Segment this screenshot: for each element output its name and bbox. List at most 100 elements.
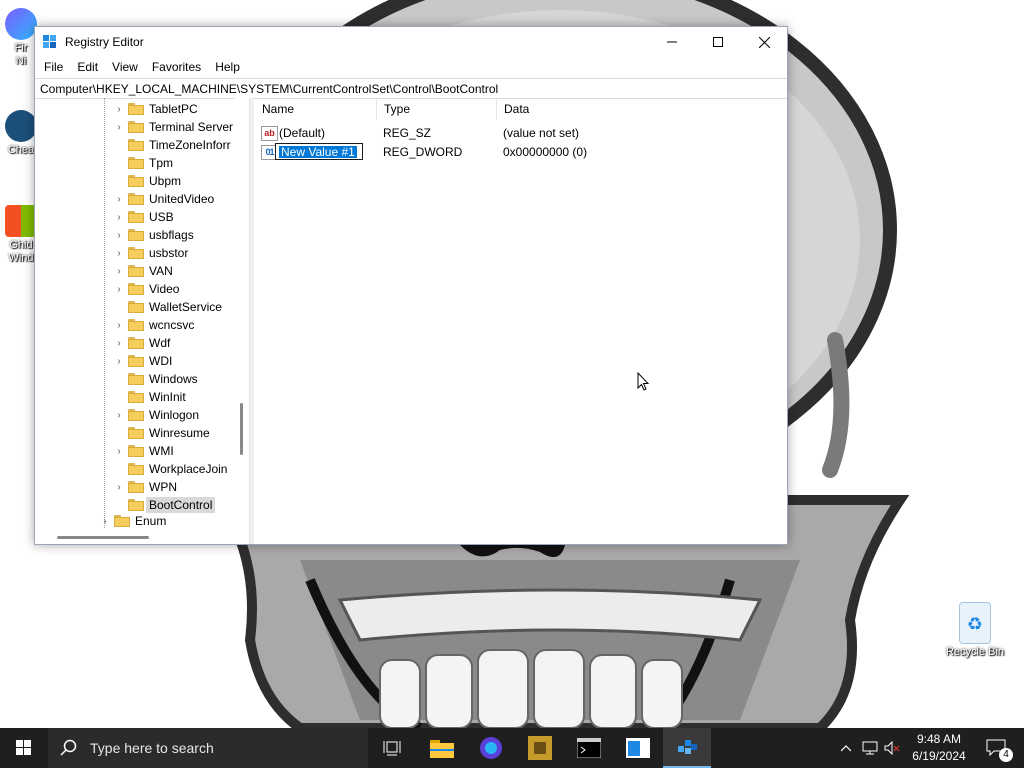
chevron-right-icon[interactable]: › (113, 338, 125, 349)
desktop: Fir Ni Chea Ghid Wind ♻ Recycle Bin Regi… (0, 0, 1024, 728)
chevron-right-icon[interactable]: › (113, 284, 125, 295)
folder-icon (128, 175, 144, 187)
title-bar[interactable]: Registry Editor (35, 27, 787, 57)
tree-item-label: Video (149, 282, 180, 296)
folder-icon (128, 283, 144, 295)
tree-item-enum[interactable]: › Enum (99, 512, 166, 530)
folder-icon (128, 247, 144, 259)
taskbar-file-explorer[interactable] (418, 728, 466, 768)
tree-item-wininit[interactable]: WinInit (113, 388, 186, 406)
tree-item-workplacejoin[interactable]: WorkplaceJoin (113, 460, 227, 478)
tree-item-walletservice[interactable]: WalletService (113, 298, 222, 316)
tree-item-label: WDI (149, 354, 173, 368)
folder-icon (128, 481, 144, 493)
tree-item-label: Terminal Server (149, 120, 234, 134)
tree-item-usbstor[interactable]: › usbstor (113, 244, 188, 262)
tree-horizontal-scrollbar[interactable] (35, 530, 249, 544)
folder-icon (128, 391, 144, 403)
value-row-default[interactable]: ab (Default) REG_SZ (value not set) (255, 124, 787, 143)
desktop-icon-recycle-bin[interactable]: ♻ Recycle Bin (940, 602, 1010, 659)
close-button[interactable] (741, 27, 787, 57)
start-button[interactable] (0, 728, 48, 768)
tree-item-label: Winresume (149, 426, 210, 440)
column-data[interactable]: Data (497, 98, 785, 120)
tree-item-tabletpc[interactable]: › TabletPC (113, 100, 197, 118)
tree-item-wdi[interactable]: › WDI (113, 352, 172, 370)
tree-item-label: WMI (149, 444, 174, 458)
column-name[interactable]: Name (255, 98, 377, 120)
tree-item-ubpm[interactable]: Ubpm (113, 172, 181, 190)
tree-item-winlogon[interactable]: › Winlogon (113, 406, 199, 424)
task-view-button[interactable] (368, 728, 416, 768)
chevron-right-icon[interactable]: › (113, 194, 125, 205)
chevron-right-icon[interactable]: › (113, 446, 125, 457)
chevron-right-icon[interactable]: › (113, 410, 125, 421)
column-type[interactable]: Type (377, 98, 497, 120)
taskbar-window-app[interactable] (614, 728, 662, 768)
tree-item-windows[interactable]: Windows (113, 370, 198, 388)
taskbar-game-app[interactable] (516, 728, 564, 768)
gear-icon (5, 110, 37, 142)
value-data: (value not set) (503, 126, 580, 140)
menu-file[interactable]: File (37, 60, 70, 74)
folder-icon (128, 499, 144, 511)
folder-icon (128, 373, 144, 385)
pane-splitter[interactable] (250, 98, 254, 544)
tree-item-wmi[interactable]: › WMI (113, 442, 174, 460)
chevron-right-icon[interactable]: › (113, 212, 125, 223)
chevron-up-icon (841, 744, 851, 751)
tree-item-usb[interactable]: › USB (113, 208, 173, 226)
firefox-icon (5, 8, 37, 40)
tree-item-terminal-server[interactable]: › Terminal Server (113, 118, 233, 136)
menu-help[interactable]: Help (208, 60, 247, 74)
chevron-right-icon[interactable]: › (113, 248, 125, 259)
tree-item-wcncsvc[interactable]: › wcncsvc (113, 316, 194, 334)
tree-item-tpm[interactable]: Tpm (113, 154, 173, 172)
windows-logo-icon (5, 205, 37, 237)
game-app-icon (528, 736, 552, 760)
taskbar-terminal[interactable] (565, 728, 613, 768)
chevron-right-icon[interactable]: › (113, 320, 125, 331)
tree-item-video[interactable]: › Video (113, 280, 179, 298)
tree-vertical-scrollbar[interactable] (235, 98, 249, 530)
chevron-right-icon[interactable]: › (113, 230, 125, 241)
menu-view[interactable]: View (105, 60, 145, 74)
tree-item-label: WPN (149, 480, 177, 494)
tree-item-van[interactable]: › VAN (113, 262, 172, 280)
tree-item-wpn[interactable]: › WPN (113, 478, 177, 496)
tree-item-winresume[interactable]: Winresume (113, 424, 210, 442)
taskbar-clock[interactable]: 9:48 AM 6/19/2024 (898, 731, 980, 765)
chevron-right-icon[interactable]: › (113, 266, 125, 277)
tree-item-unitedvideo[interactable]: › UnitedVideo (113, 190, 214, 208)
address-bar[interactable]: Computer\HKEY_LOCAL_MACHINE\SYSTEM\Curre… (35, 78, 787, 99)
menu-edit[interactable]: Edit (70, 60, 105, 74)
chevron-right-icon[interactable]: › (113, 482, 125, 493)
folder-icon (128, 211, 144, 223)
tree-item-wdf[interactable]: › Wdf (113, 334, 170, 352)
tree-item-label: wcncsvc (149, 318, 195, 332)
folder-icon (128, 409, 144, 421)
tree-item-usbflags[interactable]: › usbflags (113, 226, 193, 244)
network-icon (862, 741, 878, 755)
chevron-right-icon[interactable]: › (113, 356, 125, 367)
rename-input[interactable]: New Value #1 (275, 143, 363, 160)
registry-app-icon (678, 740, 697, 754)
folder-icon (128, 463, 144, 475)
notification-center-button[interactable]: 4 (978, 728, 1014, 768)
value-row-new[interactable]: 01 New Value #1 REG_DWORD 0x00000000 (0) (255, 143, 787, 162)
taskbar-search[interactable]: Type here to search (48, 728, 368, 768)
tree-item-label: Tpm (149, 156, 173, 170)
tree-item-timezoneinforr[interactable]: TimeZoneInforr (113, 136, 231, 154)
taskbar-firefox[interactable] (467, 728, 515, 768)
string-value-icon: ab (261, 126, 278, 141)
tray-overflow-button[interactable] (836, 728, 856, 768)
minimize-button[interactable] (649, 27, 695, 57)
folder-icon (128, 301, 144, 313)
menu-favorites[interactable]: Favorites (145, 60, 208, 74)
taskbar-registry-editor[interactable] (663, 728, 711, 768)
chevron-right-icon[interactable]: › (113, 104, 125, 115)
rename-selected-text: New Value #1 (279, 145, 357, 159)
tray-network[interactable] (860, 728, 880, 768)
chevron-right-icon[interactable]: › (113, 122, 125, 133)
maximize-button[interactable] (695, 27, 741, 57)
